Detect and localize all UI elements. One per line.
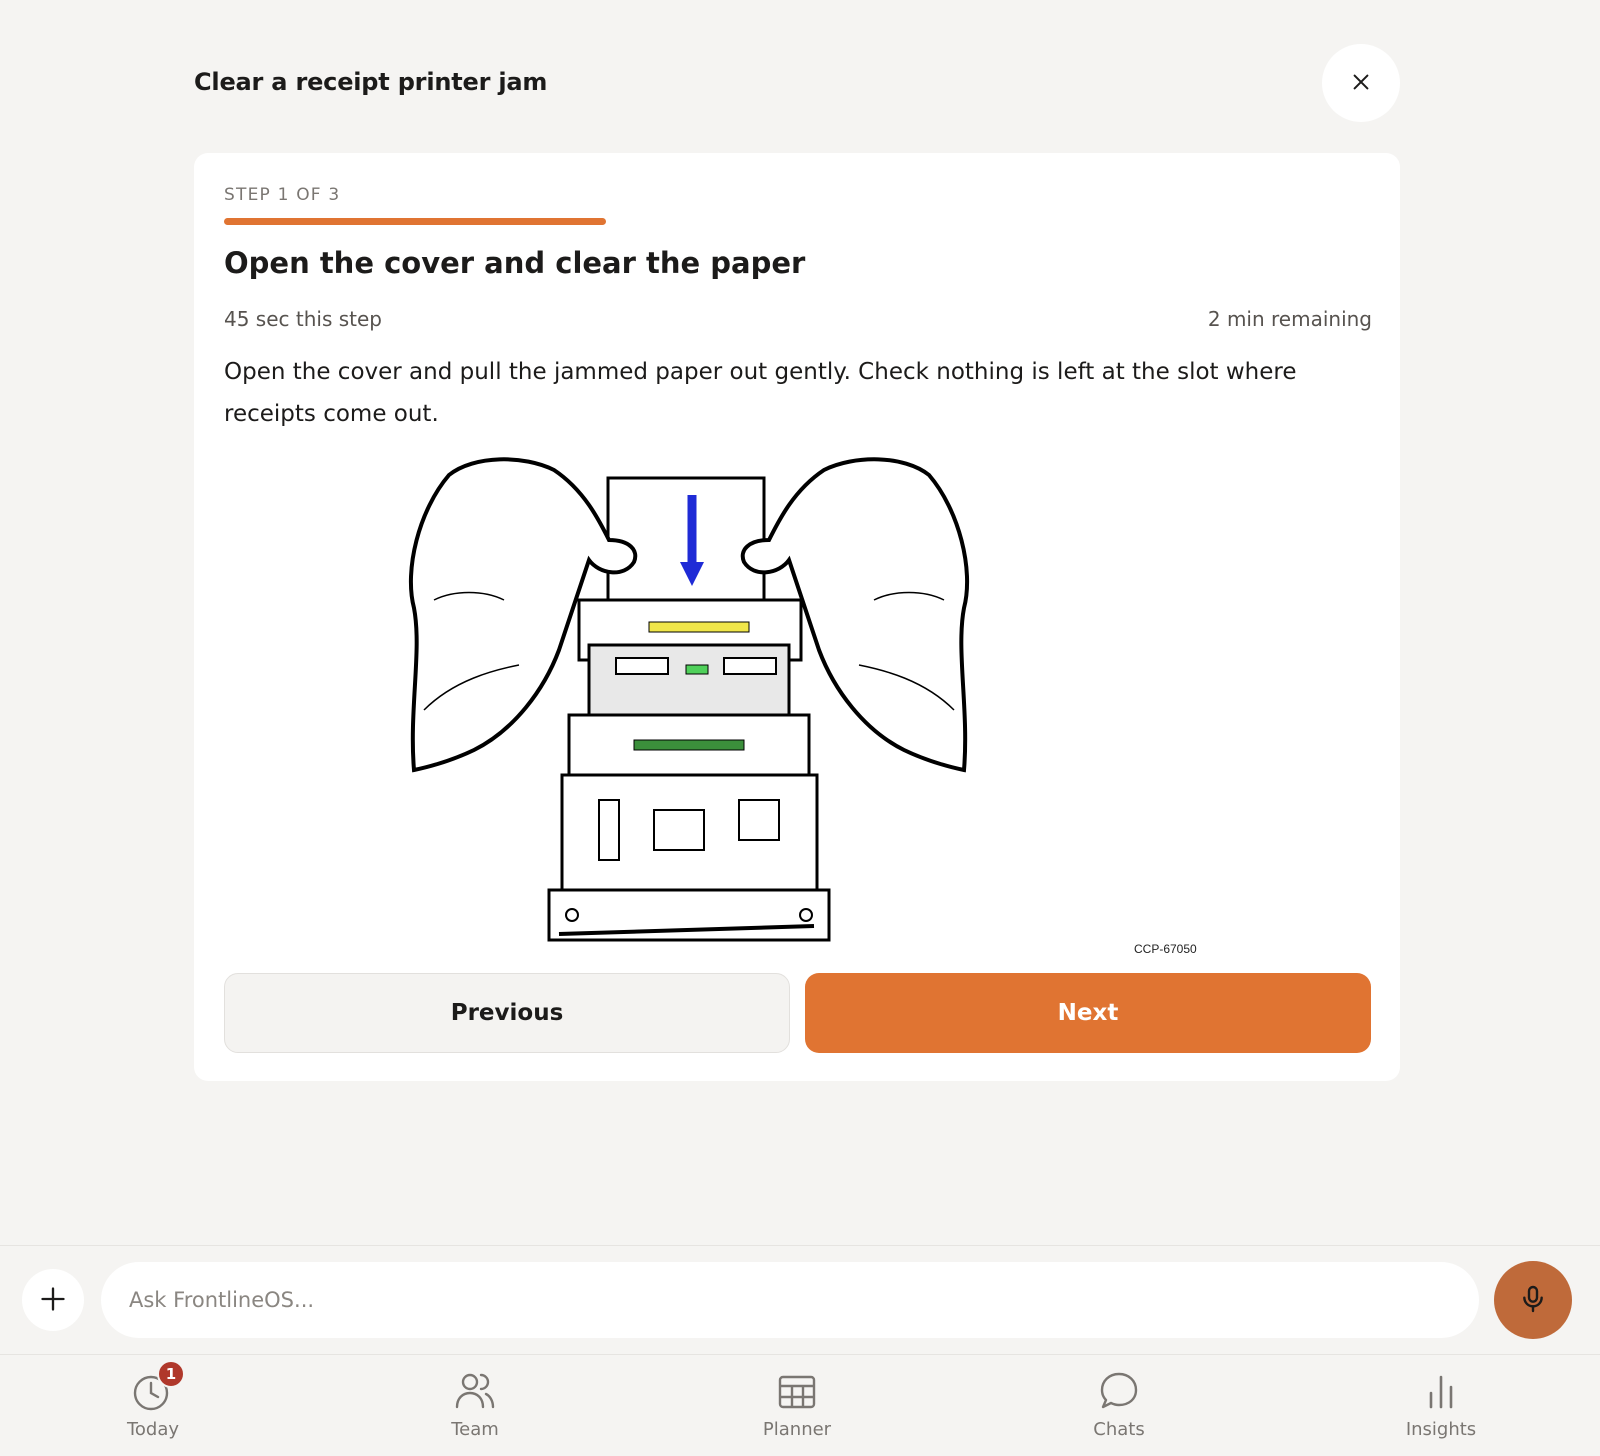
nav-label-today: Today xyxy=(126,1419,180,1440)
step-title: Open the cover and clear the paper xyxy=(224,246,806,280)
chat-bubble-icon xyxy=(1097,1369,1141,1413)
step-instructions: Open the cover and pull the jammed paper… xyxy=(224,359,1297,427)
microphone-button[interactable] xyxy=(1494,1261,1572,1339)
time-remaining: 2 min remaining xyxy=(1207,307,1372,331)
calendar-icon xyxy=(775,1369,819,1413)
previous-button[interactable]: Previous xyxy=(224,973,790,1053)
step-card: STEP 1 OF 3 Open the cover and clear the… xyxy=(194,153,1400,1081)
people-icon xyxy=(453,1369,497,1413)
nav-item-planner[interactable]: Planner xyxy=(727,1369,867,1451)
step-progress-bar xyxy=(224,218,1372,225)
step-progress-fill xyxy=(224,218,607,225)
nav-label-chats: Chats xyxy=(1093,1419,1145,1440)
bottom-navigation: 1 Today Team Planner Chats Insights xyxy=(0,1354,1600,1456)
nav-item-insights[interactable]: Insights xyxy=(1371,1369,1511,1451)
ask-input[interactable] xyxy=(101,1262,1479,1338)
figure-code: CCP-67050 xyxy=(1134,942,1197,956)
close-button[interactable] xyxy=(1322,44,1400,122)
plus-icon xyxy=(39,1285,67,1316)
nav-item-team[interactable]: Team xyxy=(405,1369,545,1451)
page-title: Clear a receipt printer jam xyxy=(194,68,548,96)
add-attachment-button[interactable] xyxy=(22,1269,84,1331)
nav-label-planner: Planner xyxy=(762,1419,832,1440)
composer-divider xyxy=(0,1245,1600,1246)
next-button[interactable]: Next xyxy=(805,973,1371,1053)
app-screen: Clear a receipt printer jam STEP 1 OF 3 … xyxy=(0,0,1600,1456)
nav-label-insights: Insights xyxy=(1405,1419,1477,1440)
nav-label-team: Team xyxy=(451,1419,499,1440)
step-counter: STEP 1 OF 3 xyxy=(224,185,341,205)
microphone-icon xyxy=(1517,1283,1549,1318)
clock-icon: 1 xyxy=(131,1360,185,1413)
close-icon xyxy=(1350,71,1372,96)
nav-item-today[interactable]: 1 Today xyxy=(83,1360,223,1451)
nav-item-chats[interactable]: Chats xyxy=(1049,1369,1189,1451)
notification-badge: 1 xyxy=(157,1360,185,1388)
step-duration: 45 sec this step xyxy=(224,307,382,331)
bar-chart-icon xyxy=(1419,1369,1463,1413)
